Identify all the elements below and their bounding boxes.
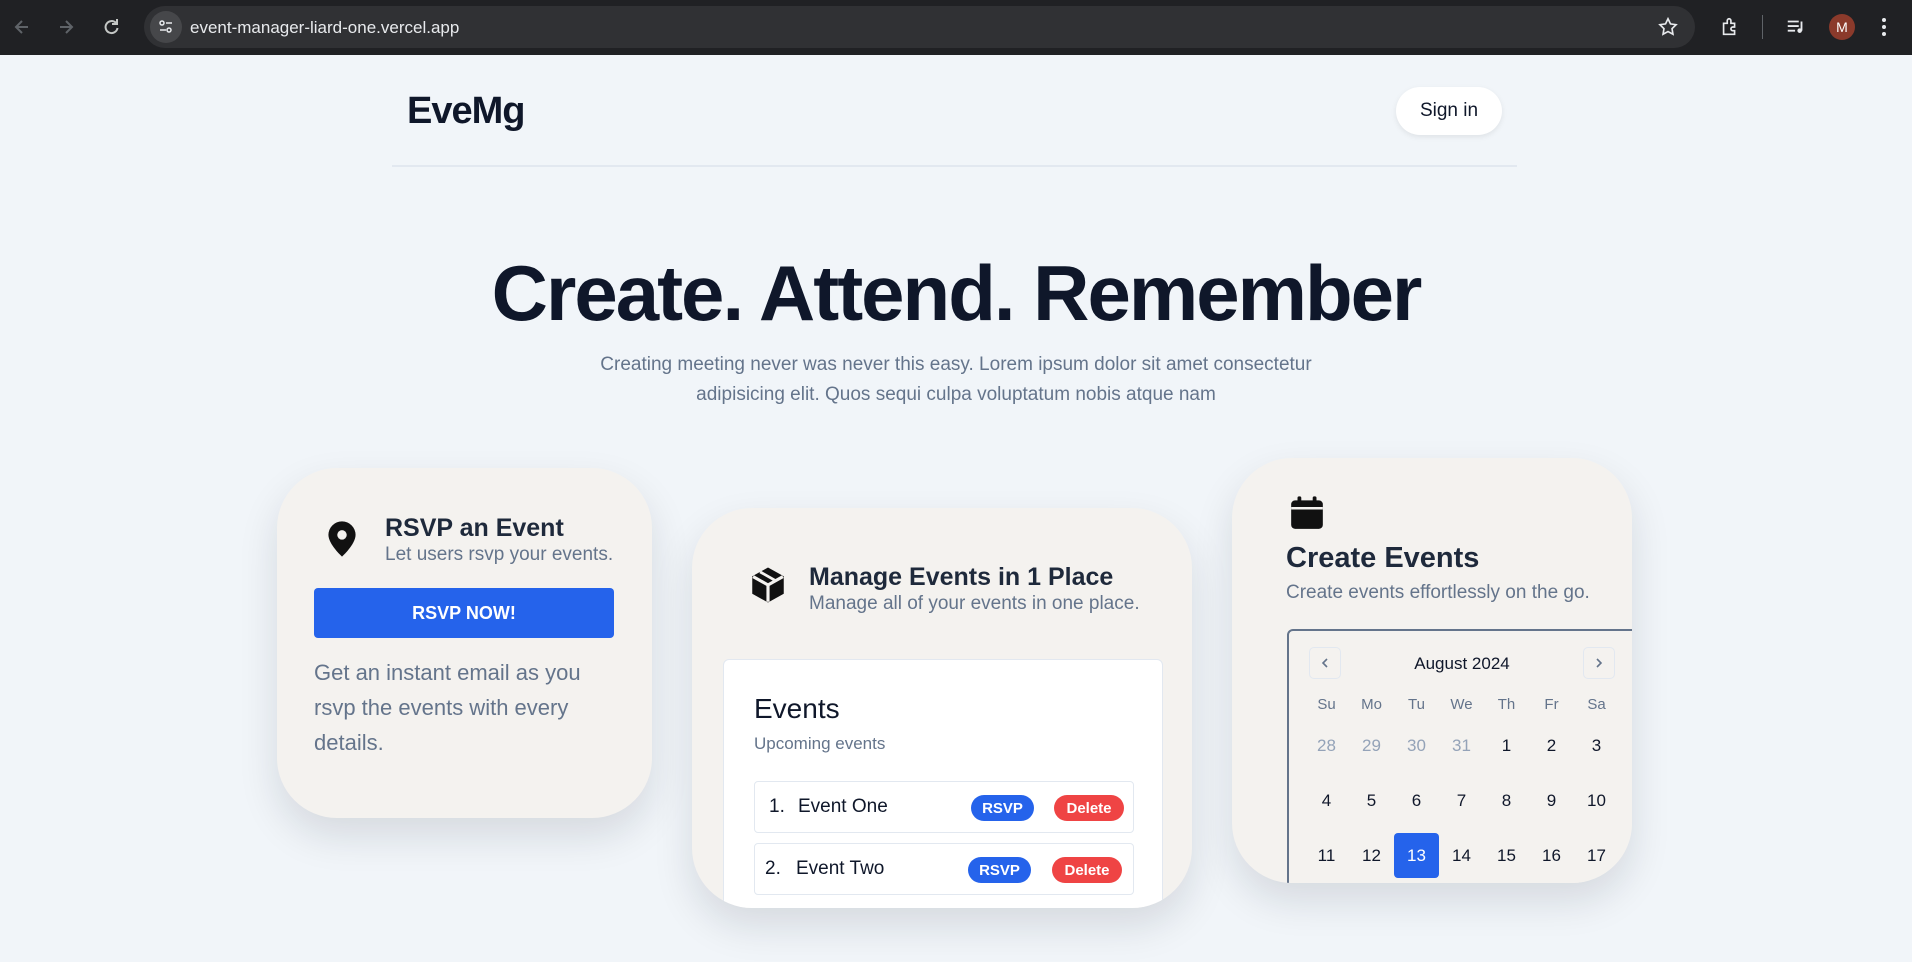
next-month-button[interactable] [1583,647,1615,679]
hero-subtitle-line: adipisicing elit. Quos sequi culpa volup… [696,384,1216,405]
event-number: 1. [769,796,785,817]
manage-card-title: Manage Events in 1 Place [809,563,1114,591]
map-pin-icon [325,520,359,563]
calendar-day-selected[interactable]: 13 [1394,833,1439,878]
calendar-day[interactable]: 31 [1439,723,1484,768]
event-name: Event Two [796,858,885,879]
events-panel-subtitle: Upcoming events [754,734,886,753]
event-rsvp-button[interactable]: RSVP [971,795,1034,821]
calendar-day[interactable]: 28 [1304,723,1349,768]
profile-avatar[interactable]: M [1829,14,1855,40]
calendar-day[interactable]: 16 [1529,833,1574,878]
url-text[interactable]: event-manager-liard-one.vercel.app [190,18,459,38]
create-card-title: Create Events [1286,542,1480,574]
events-panel: Events Upcoming events 1. Event One RSVP… [723,659,1163,908]
calendar-day[interactable]: 7 [1439,778,1484,823]
rsvp-card-subtitle: Let users rsvp your events. [385,544,614,565]
weekday-label: Fr [1544,696,1559,713]
calendar-month-label: August 2024 [1414,654,1510,673]
calendar-day[interactable]: 30 [1394,723,1439,768]
kebab-menu-icon[interactable] [1870,13,1898,41]
weekday-label: Mo [1361,696,1382,713]
calendar-day[interactable]: 14 [1439,833,1484,878]
event-row: 2. Event Two RSVP Delete [754,843,1134,895]
media-controls-icon[interactable] [1782,13,1810,41]
hero-title: Create. Attend. Remember [491,249,1423,337]
chevron-right-icon [1596,658,1603,668]
calendar-icon [1288,494,1326,537]
calendar-day[interactable]: 5 [1349,778,1394,823]
site-settings-icon[interactable] [150,11,182,43]
manage-events-card: Manage Events in 1 Place Manage all of y… [692,508,1192,908]
weekday-label: Th [1497,696,1516,713]
extensions-icon[interactable] [1716,13,1744,41]
events-panel-title: Events [754,693,840,724]
sign-in-button[interactable]: Sign in [1396,87,1502,135]
manage-card-subtitle: Manage all of your events in one place. [809,593,1140,614]
calendar-day[interactable]: 4 [1304,778,1349,823]
box-icon [747,564,789,611]
create-card-subtitle: Create events effortlessly on the go. [1286,582,1590,603]
header-divider [392,165,1517,167]
calendar-day[interactable]: 10 [1574,778,1619,823]
weekday-label: Tu [1408,696,1425,713]
forward-icon[interactable] [51,12,81,42]
event-number: 2. [765,858,781,879]
bookmark-star-icon[interactable] [1657,16,1679,43]
address-bar[interactable]: event-manager-liard-one.vercel.app [144,6,1695,48]
rsvp-card-description: Get an instant email as you rsvp the eve… [314,660,581,755]
rsvp-card: RSVP an Event Let users rsvp your events… [277,468,652,818]
calendar-day[interactable]: 1 [1484,723,1529,768]
calendar-day[interactable]: 11 [1304,833,1349,878]
date-picker: August 2024 Su Mo Tu We Th Fr Sa 28 29 30 31 1 2 3 4 5 6… [1287,629,1632,883]
event-rsvp-button[interactable]: RSVP [968,857,1031,883]
calendar-day[interactable]: 17 [1574,833,1619,878]
weekday-label: Su [1317,696,1336,713]
event-delete-button[interactable]: Delete [1054,795,1124,821]
create-events-card: Create Events Create events effortlessly… [1232,458,1632,883]
toolbar-divider [1762,15,1763,39]
back-icon[interactable] [7,12,37,42]
site-logo[interactable]: EveMg [407,90,525,133]
browser-toolbar: event-manager-liard-one.vercel.app M [0,0,1912,55]
calendar-day[interactable]: 15 [1484,833,1529,878]
calendar-day[interactable]: 3 [1574,723,1619,768]
rsvp-now-button[interactable]: RSVP NOW! [314,588,614,638]
calendar-day[interactable]: 12 [1349,833,1394,878]
calendar-day[interactable]: 29 [1349,723,1394,768]
calendar-day[interactable]: 8 [1484,778,1529,823]
rsvp-card-title: RSVP an Event [385,514,564,542]
weekday-label: We [1450,696,1473,713]
calendar-day[interactable]: 2 [1529,723,1574,768]
calendar-day[interactable]: 9 [1529,778,1574,823]
calendar-day[interactable]: 6 [1394,778,1439,823]
event-name: Event One [798,796,888,817]
event-delete-button[interactable]: Delete [1052,857,1122,883]
reload-icon[interactable] [96,12,126,42]
hero-subtitle: Creating meeting never was never this ea… [560,350,1352,410]
event-row: 1. Event One RSVP Delete [754,781,1134,833]
hero-subtitle-line: Creating meeting never was never this ea… [600,354,1312,375]
weekday-label: Sa [1587,696,1606,713]
